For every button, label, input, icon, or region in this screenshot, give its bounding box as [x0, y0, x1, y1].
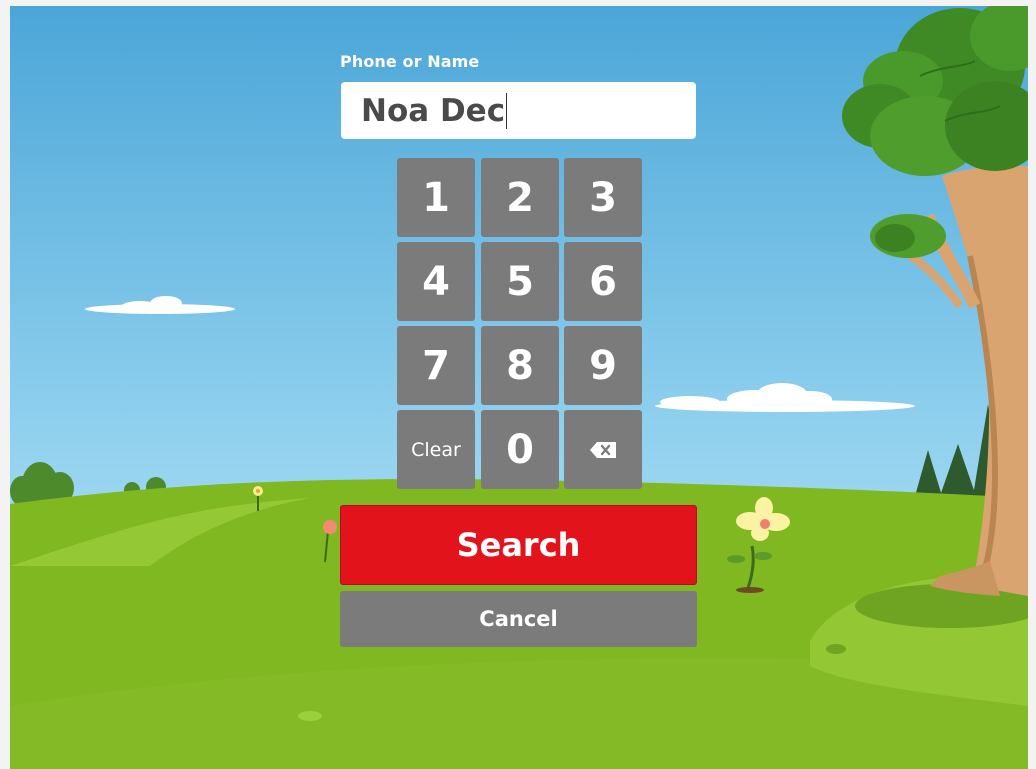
key-6[interactable]: 6 — [564, 242, 642, 321]
key-8[interactable]: 8 — [481, 326, 559, 405]
cancel-button[interactable]: Cancel — [340, 591, 697, 647]
input-value: Noa Dec — [361, 92, 506, 129]
key-0[interactable]: 0 — [481, 410, 559, 489]
phone-or-name-input[interactable]: Noa Dec — [341, 82, 696, 139]
clear-button[interactable]: Clear — [397, 410, 475, 489]
key-5[interactable]: 5 — [481, 242, 559, 321]
input-label: Phone or Name — [340, 52, 480, 71]
key-3[interactable]: 3 — [564, 158, 642, 237]
backspace-icon — [590, 441, 616, 458]
key-2[interactable]: 2 — [481, 158, 559, 237]
search-button[interactable]: Search — [340, 505, 697, 585]
numeric-keypad: 1 2 3 4 5 6 7 8 9 Clear 0 — [397, 158, 643, 489]
key-9[interactable]: 9 — [564, 326, 642, 405]
kiosk-screen: Phone or Name Noa Dec 1 2 3 4 5 6 7 8 9 … — [10, 6, 1028, 769]
backspace-button[interactable] — [564, 410, 642, 489]
key-4[interactable]: 4 — [397, 242, 475, 321]
key-7[interactable]: 7 — [397, 326, 475, 405]
key-1[interactable]: 1 — [397, 158, 475, 237]
text-caret — [506, 92, 508, 129]
